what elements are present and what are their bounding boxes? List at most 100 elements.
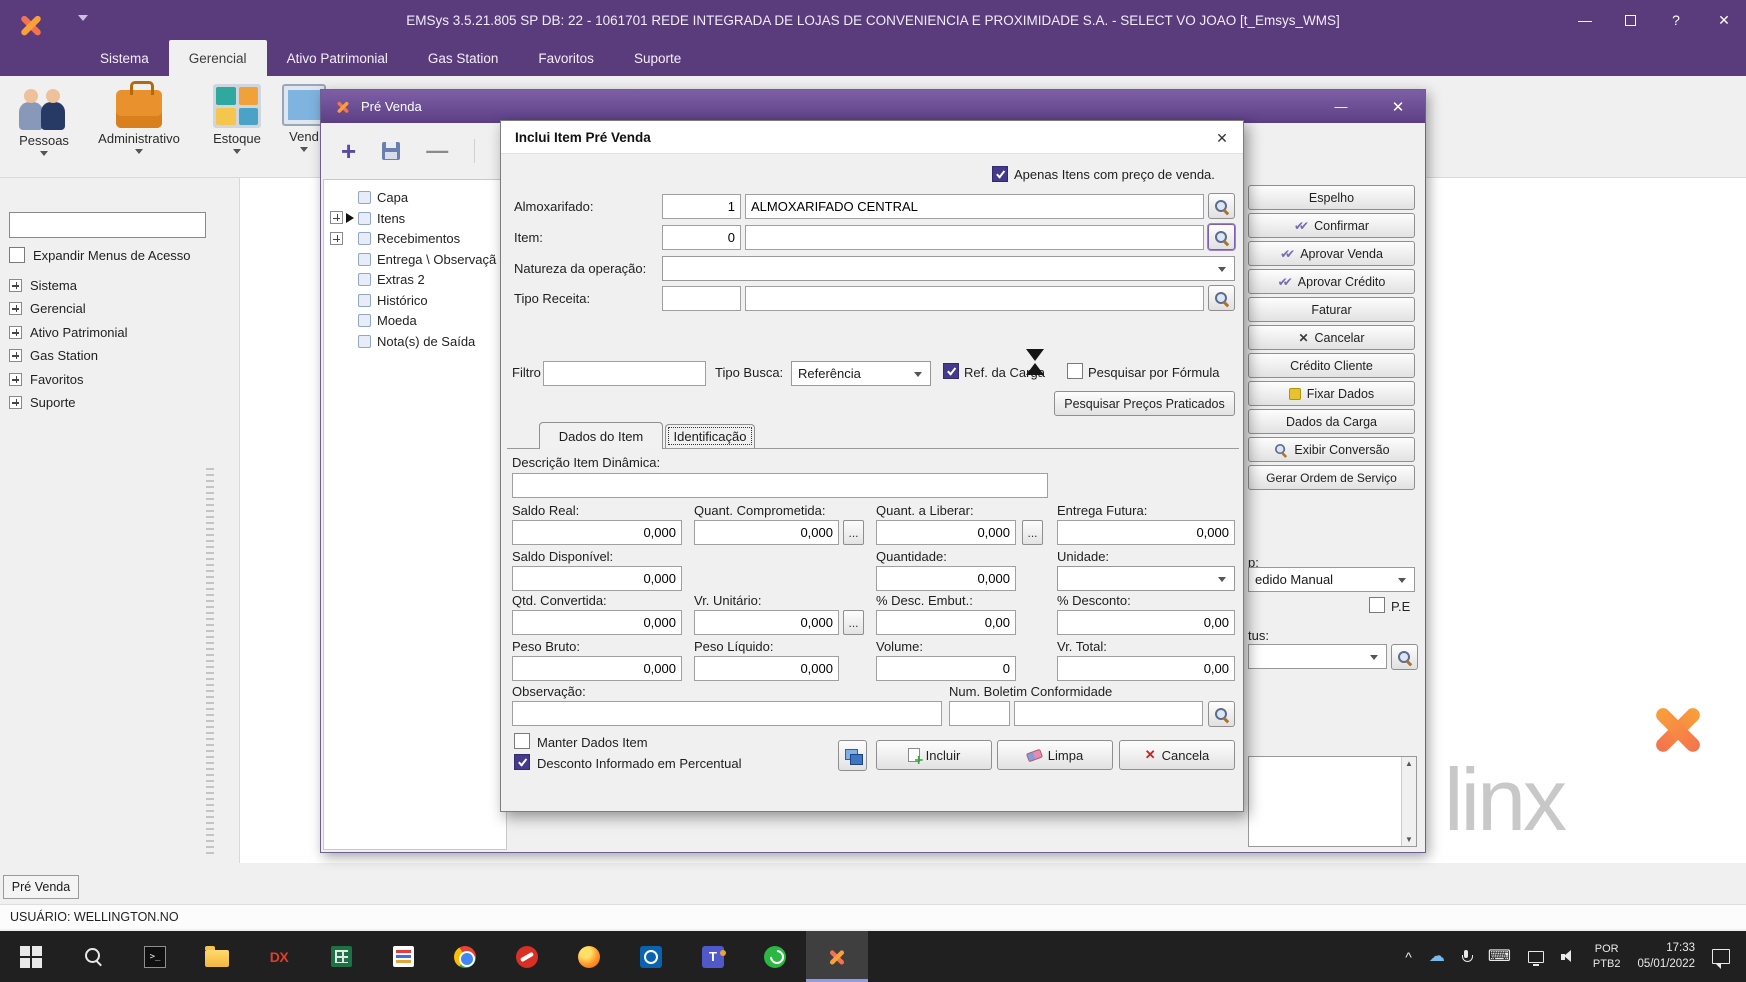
status-search-button[interactable] bbox=[1391, 644, 1418, 670]
item-code-input[interactable] bbox=[662, 225, 741, 250]
minimize-button[interactable]: — bbox=[1577, 12, 1593, 28]
desconto-input[interactable] bbox=[1057, 610, 1235, 635]
expand-menus-checkbox[interactable] bbox=[9, 247, 25, 263]
tree-item-notas-saida[interactable]: Nota(s) de Saída bbox=[358, 333, 475, 350]
tab-dados-do-item[interactable]: Dados do Item bbox=[539, 422, 663, 449]
dialog-header[interactable]: Inclui Item Pré Venda ✕ bbox=[501, 121, 1243, 154]
menu-gas-station[interactable]: Gas Station bbox=[408, 40, 519, 76]
menu-search-input[interactable] bbox=[9, 212, 206, 238]
cancela-button[interactable]: ✕Cancela bbox=[1119, 740, 1235, 770]
status-dropdown[interactable] bbox=[1248, 644, 1387, 669]
ribbon-item-administrativo[interactable]: Administrativo bbox=[93, 84, 185, 154]
credito-cliente-button[interactable]: Crédito Cliente bbox=[1248, 353, 1415, 378]
expand-plus-icon[interactable] bbox=[9, 279, 22, 292]
taskbar-search-button[interactable] bbox=[62, 931, 124, 982]
display-network-icon[interactable] bbox=[1528, 951, 1544, 963]
quant-comprometida-more-button[interactable]: ... bbox=[843, 520, 864, 545]
saldo-disponivel-input[interactable] bbox=[512, 566, 682, 591]
sidebar-item-gas-station[interactable]: Gas Station bbox=[9, 346, 98, 364]
almoxarifado-name-input[interactable] bbox=[745, 194, 1204, 219]
quant-comprometida-input[interactable] bbox=[694, 520, 839, 545]
observacao-input[interactable] bbox=[512, 701, 942, 726]
close-button[interactable]: ✕ bbox=[1716, 12, 1732, 29]
natureza-operacao-dropdown[interactable] bbox=[662, 256, 1235, 281]
dialog-close-button[interactable]: ✕ bbox=[1211, 127, 1233, 149]
aprovar-credito-button[interactable]: ✔✔Aprovar Crédito bbox=[1248, 269, 1415, 294]
almoxarifado-search-button[interactable] bbox=[1208, 193, 1235, 219]
sidebar-item-favoritos[interactable]: Favoritos bbox=[9, 370, 83, 388]
quant-liberar-more-button[interactable]: ... bbox=[1022, 520, 1043, 545]
filtro-input[interactable] bbox=[543, 361, 706, 386]
espelho-button[interactable]: Espelho bbox=[1248, 185, 1415, 210]
gerar-ordem-servico-button[interactable]: Gerar Ordem de Serviço bbox=[1248, 465, 1415, 490]
tipo-receita-name-input[interactable] bbox=[745, 286, 1204, 311]
dados-da-carga-button[interactable]: Dados da Carga bbox=[1248, 409, 1415, 434]
add-record-button[interactable]: + bbox=[341, 138, 356, 164]
boletim-code-input[interactable] bbox=[949, 701, 1010, 726]
boletim-search-button[interactable] bbox=[1208, 701, 1235, 727]
qtd-convertida-input[interactable] bbox=[512, 610, 682, 635]
help-button[interactable]: ? bbox=[1668, 12, 1684, 28]
ribbon-item-pessoas[interactable]: Pessoas bbox=[0, 84, 88, 156]
tipo-receita-search-button[interactable] bbox=[1208, 285, 1235, 311]
sidebar-item-suporte[interactable]: Suporte bbox=[9, 393, 76, 411]
limpa-button[interactable]: Limpa bbox=[997, 740, 1113, 770]
item-search-button[interactable] bbox=[1208, 224, 1235, 250]
menu-favoritos[interactable]: Favoritos bbox=[518, 40, 614, 76]
peso-bruto-input[interactable] bbox=[512, 656, 682, 681]
tree-item-entrega-observacao[interactable]: Entrega \ Observaçã bbox=[358, 251, 496, 268]
saldo-real-input[interactable] bbox=[512, 520, 682, 545]
menu-suporte[interactable]: Suporte bbox=[614, 40, 701, 76]
quantidade-input[interactable] bbox=[876, 566, 1016, 591]
expand-plus-icon[interactable] bbox=[9, 396, 22, 409]
expand-plus-icon[interactable] bbox=[330, 211, 343, 224]
prevenda-close-button[interactable]: ✕ bbox=[1383, 90, 1413, 123]
speaker-icon[interactable] bbox=[1561, 950, 1576, 963]
confirmar-button[interactable]: ✔✔Confirmar bbox=[1248, 213, 1415, 238]
tree-item-itens[interactable]: Itens bbox=[358, 210, 405, 227]
taskbar-chrome[interactable] bbox=[434, 931, 496, 982]
volume-input[interactable] bbox=[876, 656, 1016, 681]
expand-plus-icon[interactable] bbox=[9, 302, 22, 315]
expand-plus-icon[interactable] bbox=[9, 373, 22, 386]
taskbar-emsys-active[interactable] bbox=[806, 931, 868, 982]
taskbar-outlook[interactable] bbox=[620, 931, 682, 982]
maximize-button[interactable] bbox=[1625, 15, 1636, 26]
keyboard-icon[interactable]: ⌨ bbox=[1488, 949, 1511, 965]
entrega-futura-input[interactable] bbox=[1057, 520, 1235, 545]
clock[interactable]: 17:33 05/01/2022 bbox=[1637, 941, 1695, 972]
prevenda-titlebar[interactable]: Pré Venda — ✕ bbox=[321, 90, 1425, 123]
delete-record-button[interactable]: — bbox=[426, 140, 448, 162]
desconto-percentual-checkbox[interactable] bbox=[514, 754, 530, 770]
manter-dados-checkbox[interactable] bbox=[514, 733, 530, 749]
save-record-button[interactable] bbox=[382, 142, 400, 160]
action-center-icon[interactable] bbox=[1712, 949, 1730, 964]
desc-embut-input[interactable] bbox=[876, 610, 1016, 635]
fixar-dados-button[interactable]: Fixar Dados bbox=[1248, 381, 1415, 406]
prevenda-window-tab[interactable]: Pré Venda bbox=[3, 875, 79, 899]
incluir-button[interactable]: Incluir bbox=[876, 740, 992, 770]
taskbar-whatsapp[interactable] bbox=[744, 931, 806, 982]
prevenda-minimize-button[interactable]: — bbox=[1326, 90, 1356, 123]
tree-item-recebimentos[interactable]: Recebimentos bbox=[358, 230, 460, 247]
tipo-receita-code-input[interactable] bbox=[662, 286, 741, 311]
expand-plus-icon[interactable] bbox=[9, 349, 22, 362]
taskbar-terminal[interactable]: >_ bbox=[124, 931, 186, 982]
exibir-conversao-button[interactable]: Exibir Conversão bbox=[1248, 437, 1415, 462]
observation-memo-box[interactable]: ▲ ▼ bbox=[1248, 756, 1417, 847]
sidebar-item-gerencial[interactable]: Gerencial bbox=[9, 299, 86, 317]
item-name-input[interactable] bbox=[745, 225, 1204, 250]
scroll-down-icon[interactable]: ▼ bbox=[1405, 835, 1413, 844]
taskbar-dx-app[interactable]: DX bbox=[248, 931, 310, 982]
tab-identificacao[interactable]: Identificação bbox=[665, 424, 755, 448]
start-button[interactable] bbox=[0, 931, 62, 982]
taskbar-spreadsheet-app[interactable] bbox=[310, 931, 372, 982]
menu-sistema[interactable]: Sistema bbox=[80, 40, 169, 76]
peso-liquido-input[interactable] bbox=[694, 656, 839, 681]
pe-checkbox[interactable] bbox=[1369, 597, 1385, 613]
sidebar-item-sistema[interactable]: Sistema bbox=[9, 276, 77, 294]
vr-unitario-input[interactable] bbox=[694, 610, 839, 635]
tree-item-moeda[interactable]: Moeda bbox=[358, 312, 417, 329]
expand-plus-icon[interactable] bbox=[330, 232, 343, 245]
sidebar-item-ativo-patrimonial[interactable]: Ativo Patrimonial bbox=[9, 323, 128, 341]
